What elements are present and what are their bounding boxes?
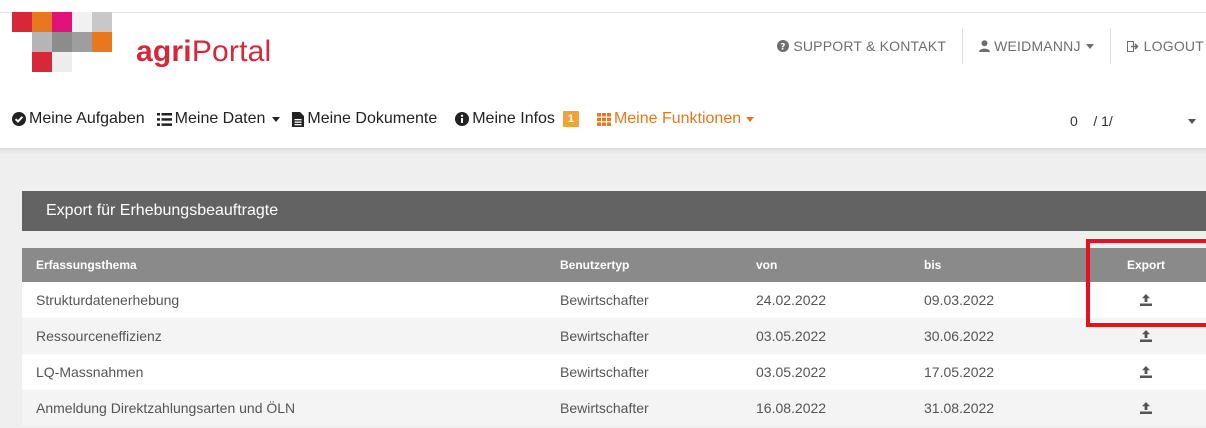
cell-von: 16.08.2022: [742, 390, 910, 426]
cell-benutzertyp: Bewirtschafter: [546, 282, 742, 318]
cell-benutzertyp: Bewirtschafter: [546, 318, 742, 354]
check-circle-icon: [12, 112, 26, 126]
cell-erfassungsthema: Anmeldung Direktzahlungsarten und ÖLN: [22, 390, 546, 426]
export-upload-icon[interactable]: [1140, 401, 1152, 417]
question-circle-icon: ?: [777, 40, 790, 53]
chevron-down-icon: [1085, 43, 1094, 49]
chevron-down-icon: [746, 116, 755, 122]
table-row: Strukturdatenerhebung Bewirtschafter 24.…: [22, 282, 1206, 318]
nav-meine-funktionen-label: Meine Funktionen: [613, 110, 742, 127]
nav-meine-infos[interactable]: Meine Infos 1: [455, 110, 579, 128]
column-header-erfassungsthema[interactable]: Erfassungsthema: [22, 248, 546, 282]
logo-square: [32, 12, 52, 32]
top-navigation: ? SUPPORT & KONTAKT WEIDMANNJ LOGOUT: [761, 28, 1206, 64]
export-table: Erfassungsthema Benutzertyp von bis Expo…: [22, 248, 1206, 426]
column-header-von[interactable]: von: [742, 248, 910, 282]
annotation-highlight-box: [1086, 239, 1206, 327]
logo-square: [52, 32, 72, 52]
logo-square: [52, 52, 72, 72]
info-circle-icon: [455, 112, 470, 126]
nav-meine-infos-label: Meine Infos: [472, 110, 555, 127]
file-icon: [292, 111, 305, 127]
nav-meine-daten-label: Meine Daten: [174, 110, 266, 127]
grid-icon: [596, 112, 611, 126]
column-header-benutzertyp[interactable]: Benutzertyp: [546, 248, 742, 282]
logo-square: [72, 12, 92, 32]
cell-benutzertyp: Bewirtschafter: [546, 390, 742, 426]
table-header-row: Erfassungsthema Benutzertyp von bis Expo…: [22, 248, 1206, 282]
nav-meine-dokumente[interactable]: Meine Dokumente: [292, 110, 437, 128]
cell-export: [1086, 390, 1206, 426]
export-upload-icon[interactable]: [1140, 329, 1152, 345]
logo-square: [92, 32, 112, 52]
content-area: Export für Erhebungsbeauftragte Erfassun…: [0, 148, 1206, 428]
cell-export: [1086, 354, 1206, 390]
cell-bis: 17.05.2022: [910, 354, 1086, 390]
list-icon: [156, 112, 172, 126]
logout-label: LOGOUT: [1143, 38, 1204, 54]
nav-meine-aufgaben[interactable]: Meine Aufgaben: [12, 110, 145, 128]
brand-name-regular: Portal: [191, 35, 272, 68]
user-icon: [979, 40, 991, 52]
table-row: Ressourceneffizienz Bewirtschafter 03.05…: [22, 318, 1206, 354]
cell-bis: 31.08.2022: [910, 390, 1086, 426]
cell-bis: 09.03.2022: [910, 282, 1086, 318]
agriportal-logo[interactable]: [12, 12, 132, 86]
panel-title: Export für Erhebungsbeauftragte: [22, 191, 1206, 231]
column-header-bis[interactable]: bis: [910, 248, 1086, 282]
nav-meine-funktionen[interactable]: Meine Funktionen: [596, 110, 755, 128]
logo-square: [32, 52, 52, 72]
chevron-down-icon: [272, 116, 281, 122]
nav-meine-dokumente-label: Meine Dokumente: [307, 110, 438, 127]
header-top-border: [0, 12, 1206, 13]
logo-square: [12, 12, 32, 32]
cell-von: 03.05.2022: [742, 354, 910, 390]
logout-link[interactable]: LOGOUT: [1111, 28, 1206, 64]
nav-meine-aufgaben-label: Meine Aufgaben: [29, 110, 145, 127]
farm-selector-dropdown[interactable]: 0 / 1/: [1060, 110, 1206, 132]
content-top-shadow: [0, 148, 1206, 154]
brand-name[interactable]: agriPortal: [136, 35, 271, 69]
logo-square: [32, 32, 52, 52]
support-contact-label: SUPPORT & KONTAKT: [793, 38, 947, 54]
farm-selector-value: 0 / 1/: [1070, 113, 1113, 129]
user-menu[interactable]: WEIDMANNJ: [963, 28, 1110, 64]
export-upload-icon[interactable]: [1140, 365, 1152, 381]
infos-count-badge: 1: [562, 111, 579, 127]
svg-text:?: ?: [781, 43, 786, 53]
cell-erfassungsthema: LQ-Massnahmen: [22, 354, 546, 390]
table-row: LQ-Massnahmen Bewirtschafter 03.05.2022 …: [22, 354, 1206, 390]
nav-meine-daten[interactable]: Meine Daten: [156, 110, 281, 128]
cell-bis: 30.06.2022: [910, 318, 1086, 354]
cell-von: 24.02.2022: [742, 282, 910, 318]
chevron-down-icon: [1188, 119, 1196, 124]
logo-square: [52, 12, 72, 32]
table-row: Anmeldung Direktzahlungsarten und ÖLN Be…: [22, 390, 1206, 426]
logo-square: [92, 12, 112, 32]
cell-benutzertyp: Bewirtschafter: [546, 354, 742, 390]
app-header: agriPortal ? SUPPORT & KONTAKT WEIDMANNJ…: [0, 0, 1206, 98]
user-menu-label: WEIDMANNJ: [994, 38, 1081, 54]
sign-out-icon: [1126, 40, 1140, 52]
brand-name-bold: agri: [136, 35, 192, 68]
cell-von: 03.05.2022: [742, 318, 910, 354]
cell-erfassungsthema: Strukturdatenerhebung: [22, 282, 546, 318]
logo-square: [72, 32, 92, 52]
support-contact-link[interactable]: ? SUPPORT & KONTAKT: [761, 28, 962, 64]
cell-erfassungsthema: Ressourceneffizienz: [22, 318, 546, 354]
main-navigation: Meine Aufgaben Meine Daten Meine Dokumen…: [0, 98, 1206, 140]
